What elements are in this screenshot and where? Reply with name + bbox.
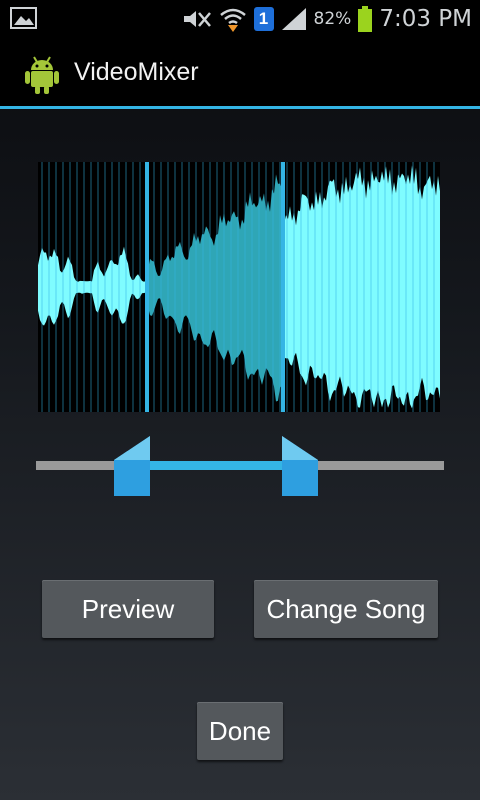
- android-icon[interactable]: [24, 53, 60, 95]
- waveform-right: [284, 165, 440, 409]
- sim-badge-icon: 1: [253, 7, 274, 31]
- end-marker[interactable]: [281, 162, 285, 412]
- end-trim-handle[interactable]: [282, 436, 318, 496]
- notification-count: 1: [258, 9, 269, 28]
- wifi-icon: [219, 8, 246, 32]
- change-song-button[interactable]: Change Song: [254, 580, 438, 638]
- battery-percent: 82%: [313, 9, 352, 29]
- action-bar: [0, 38, 480, 106]
- waveform-view[interactable]: [38, 162, 440, 412]
- app-title: VideoMixer: [74, 58, 199, 86]
- preview-button[interactable]: Preview: [42, 580, 214, 638]
- gallery-icon: [10, 7, 37, 29]
- clock: 7:03 PM: [379, 6, 472, 32]
- mute-icon: [183, 11, 211, 27]
- signal-icon: [281, 8, 306, 30]
- start-marker[interactable]: [145, 162, 149, 412]
- waveform-left: [38, 246, 146, 326]
- action-bar-divider: [0, 106, 480, 109]
- slider-selected-range: [150, 461, 282, 470]
- status-bar: 1 82% 7:03 PM: [0, 0, 480, 38]
- start-trim-handle[interactable]: [114, 436, 150, 496]
- battery-icon: [358, 6, 373, 32]
- trim-range-slider[interactable]: [0, 430, 480, 500]
- done-button[interactable]: Done: [197, 702, 283, 760]
